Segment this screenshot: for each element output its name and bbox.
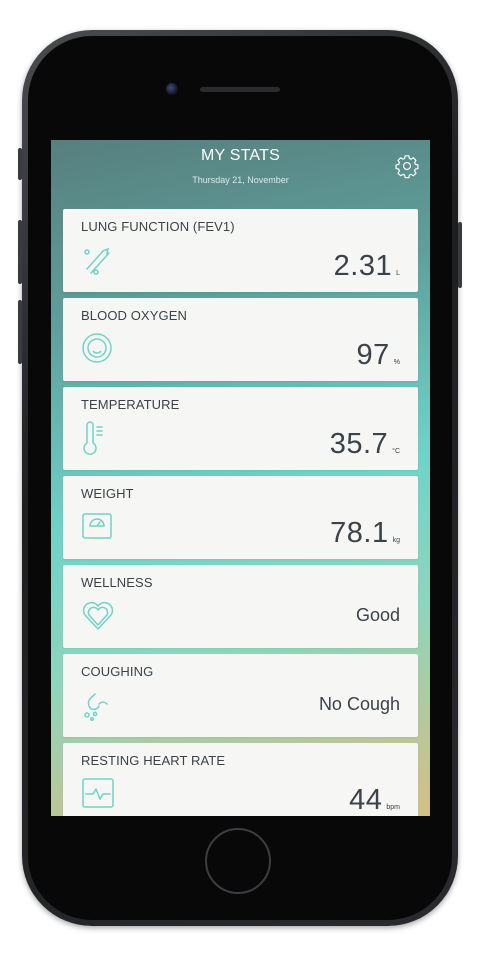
thermometer-icon bbox=[83, 421, 103, 455]
stat-card-wellness[interactable]: WELLNESS Good bbox=[63, 565, 418, 648]
silent-switch bbox=[18, 148, 22, 180]
stat-unit: L bbox=[396, 270, 400, 277]
home-button[interactable] bbox=[205, 828, 271, 894]
stat-value-group: Good bbox=[356, 605, 400, 639]
heart-icon bbox=[82, 601, 114, 630]
cough-icon bbox=[84, 693, 108, 721]
stat-value: 97 bbox=[356, 339, 390, 371]
stat-card-temperature[interactable]: TEMPERATURE 35.7 °C bbox=[63, 387, 418, 470]
page-date: Thursday 21, November bbox=[192, 175, 289, 185]
app-header: MY STATS Thursday 21, November bbox=[51, 140, 430, 208]
stat-label: BLOOD OXYGEN bbox=[81, 308, 187, 323]
stat-unit: bpm bbox=[386, 804, 400, 811]
front-camera bbox=[166, 83, 178, 95]
stat-card-coughing[interactable]: COUGHING No Cough bbox=[63, 654, 418, 737]
stat-value: 2.31 bbox=[333, 250, 393, 282]
volume-down-button bbox=[18, 300, 22, 364]
stat-label: WELLNESS bbox=[81, 575, 153, 590]
stat-value: Good bbox=[355, 605, 400, 625]
app-screen: MY STATS Thursday 21, November LUNG FUNC… bbox=[51, 140, 430, 816]
stat-value: No Cough bbox=[318, 694, 400, 714]
stat-unit: kg bbox=[392, 537, 400, 544]
lungs-icon bbox=[84, 247, 110, 275]
stat-label: WEIGHT bbox=[81, 486, 134, 501]
volume-up-button bbox=[18, 220, 22, 284]
stat-value-group: 78.1 kg bbox=[330, 517, 400, 550]
stat-value-group: 44 bpm bbox=[349, 784, 400, 816]
stat-label: TEMPERATURE bbox=[81, 397, 180, 412]
stats-list: LUNG FUNCTION (FEV1) 2.31 L BLOOD OXYGEN bbox=[63, 209, 418, 816]
page-title: MY STATS bbox=[201, 147, 280, 164]
stat-value-group: No Cough bbox=[319, 694, 400, 728]
heart-rate-icon bbox=[82, 778, 114, 808]
scale-icon bbox=[82, 513, 112, 539]
stat-value: 35.7 bbox=[329, 428, 389, 460]
stat-value: 78.1 bbox=[330, 517, 389, 549]
stat-value-group: 2.31 L bbox=[334, 250, 400, 283]
stat-label: LUNG FUNCTION (FEV1) bbox=[81, 219, 235, 234]
stat-card-lung-function[interactable]: LUNG FUNCTION (FEV1) 2.31 L bbox=[63, 209, 418, 292]
stat-label: COUGHING bbox=[81, 664, 154, 679]
stat-unit: % bbox=[393, 359, 400, 366]
power-button bbox=[458, 222, 462, 288]
stat-unit: °C bbox=[392, 448, 400, 455]
oxygen-icon bbox=[82, 333, 112, 363]
stat-value-group: 97 % bbox=[357, 339, 401, 372]
stat-card-weight[interactable]: WEIGHT 78.1 kg bbox=[63, 476, 418, 559]
gear-icon[interactable] bbox=[394, 153, 420, 179]
stat-card-blood-oxygen[interactable]: BLOOD OXYGEN 97 % bbox=[63, 298, 418, 381]
earpiece-speaker bbox=[200, 87, 280, 92]
stat-value-group: 35.7 °C bbox=[330, 428, 400, 461]
stat-value: 44 bbox=[349, 784, 383, 816]
stat-label: RESTING HEART RATE bbox=[81, 753, 226, 768]
stat-card-resting-heart-rate[interactable]: RESTING HEART RATE 44 bpm bbox=[63, 743, 418, 816]
